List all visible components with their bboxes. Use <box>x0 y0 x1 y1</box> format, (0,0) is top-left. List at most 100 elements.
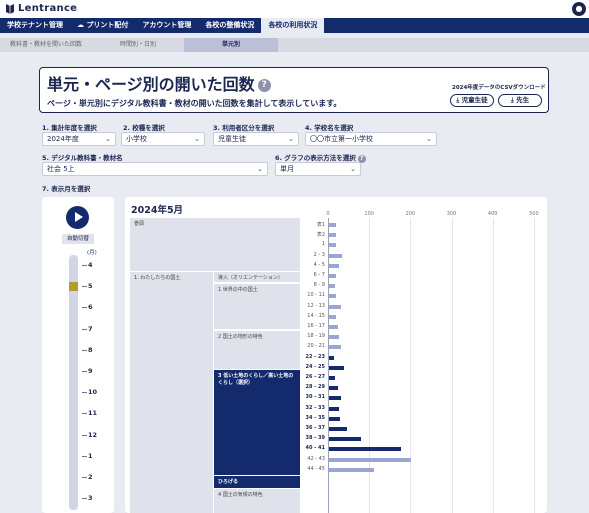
school-type-label: 2. 校種を選択 <box>123 124 165 132</box>
csv-student-button[interactable]: ⤓ 児童生徒 <box>450 94 494 107</box>
user-type-value: 児童生徒 <box>218 135 246 143</box>
play-icon[interactable] <box>66 206 89 229</box>
chart-bar[interactable] <box>329 263 339 268</box>
help-icon[interactable]: ? <box>257 79 271 92</box>
y-tick-label: 表1 <box>316 222 325 228</box>
y-tick-label: 16 - 17 <box>307 323 325 329</box>
chart-bar[interactable] <box>329 406 339 411</box>
month-tick <box>82 371 87 372</box>
y-tick-label: 26 - 27 <box>305 374 325 380</box>
month-tick <box>82 328 87 330</box>
tree-node[interactable]: ひろげる <box>214 476 300 488</box>
y-tick-label: 1 <box>321 241 325 248</box>
chart-bar[interactable] <box>329 253 343 258</box>
user-type-select[interactable]: 児童生徒 ⌄ <box>213 132 299 146</box>
school-type-select[interactable]: 小学校 ⌄ <box>121 132 205 146</box>
nav-account-management[interactable]: アカウント管理 <box>135 18 198 33</box>
download-icon: ⤓ <box>510 96 514 104</box>
tree-node[interactable]: 1. わたしたちの国土 <box>130 272 213 513</box>
chevron-down-icon: ⌄ <box>105 135 111 143</box>
school-name-select[interactable]: 〇〇市立第一小学校 ⌄ <box>305 132 437 146</box>
chart-bar[interactable] <box>329 284 335 289</box>
month-tick <box>82 413 87 415</box>
chart-bar[interactable] <box>329 437 362 442</box>
month-slider-track[interactable] <box>69 255 78 510</box>
chart-bar[interactable] <box>329 355 334 360</box>
year-select[interactable]: 2024年度 ⌄ <box>42 132 116 146</box>
month-label: 7. 表示月を選択 <box>42 185 91 193</box>
tree-node[interactable]: 2 国土の地形の特色 <box>214 331 300 369</box>
csv-teacher-button[interactable]: ⤓ 先生 <box>498 94 542 107</box>
tab-time-day[interactable]: 時間別・日別 <box>92 38 184 52</box>
month-slider-thumb[interactable] <box>69 282 78 292</box>
y-tick-label: 4 - 5 <box>313 261 325 268</box>
month-option[interactable]: 7 <box>88 325 93 333</box>
tab-open-count[interactable]: 教科書・教材を開いた回数 <box>0 38 92 52</box>
y-tick-label: 32 - 33 <box>305 404 325 411</box>
sub-tabs: 教科書・教材を開いた回数 時間別・日別 単元別 <box>0 38 589 52</box>
chart-bar[interactable] <box>329 223 337 227</box>
tree-node[interactable]: 巻頭 <box>130 218 300 271</box>
chart-bar[interactable] <box>329 376 335 380</box>
month-option[interactable]: 8 <box>88 346 93 354</box>
page-description: ページ・単元別にデジタル教科書・教材の開いた回数を集計して表示しています。 <box>47 99 342 108</box>
tree-node[interactable]: 導入（オリエンテーション） <box>214 272 300 282</box>
nav-usage-status[interactable]: 各校の利用状況 <box>261 18 325 33</box>
tree-node[interactable]: 3 低い土地のくらし／高い土地のくらし（選択） <box>214 370 300 475</box>
chevron-down-icon: ⌄ <box>194 135 200 143</box>
download-icon: ⤓ <box>456 96 460 104</box>
month-unit-label: (月) <box>87 250 97 256</box>
x-tick-label: 200 <box>405 211 416 217</box>
month-option[interactable]: 4 <box>88 261 93 269</box>
month-option[interactable]: 1 <box>88 452 93 460</box>
month-option[interactable]: 11 <box>88 409 97 417</box>
month-option[interactable]: 6 <box>88 303 93 311</box>
month-option[interactable]: 9 <box>88 367 93 375</box>
chart-bar[interactable] <box>329 335 339 340</box>
chart-bar[interactable] <box>329 243 337 248</box>
chevron-down-icon: ⌄ <box>350 165 356 173</box>
page-title-text: 単元・ページ別の開いた回数 <box>47 75 255 94</box>
month-tick <box>82 455 87 457</box>
chart-bar[interactable] <box>329 427 348 431</box>
y-tick-label: 12 - 13 <box>307 302 325 309</box>
chart-bar[interactable] <box>329 467 375 472</box>
chart-bar[interactable] <box>329 294 336 299</box>
school-name-value: 〇〇市立第一小学校 <box>310 135 373 143</box>
chart-bar[interactable] <box>329 325 339 329</box>
chart-bar[interactable] <box>329 416 340 421</box>
app-logo[interactable]: Lentrance <box>5 3 77 14</box>
tab-by-unit[interactable]: 単元別 <box>184 38 278 52</box>
user-circle-icon[interactable]: ● <box>572 2 586 16</box>
gridline <box>533 218 535 513</box>
nav-maintenance-status[interactable]: 各校の整備状況 <box>198 18 261 33</box>
month-option[interactable]: 2 <box>88 473 93 481</box>
nav-print-label: プリント配付 <box>86 21 129 29</box>
chart-bar[interactable] <box>329 274 336 278</box>
chart-bar[interactable] <box>329 386 339 391</box>
school-name-label: 4. 学校名を選択 <box>305 124 354 132</box>
chart-bar[interactable] <box>329 365 344 370</box>
chart-bar[interactable] <box>329 345 342 350</box>
chevron-down-icon: ⌄ <box>288 135 294 143</box>
tree-node[interactable]: 4 国土の気候の特色 <box>214 489 300 513</box>
chart-bar[interactable] <box>329 457 412 462</box>
month-option[interactable]: 10 <box>88 388 97 396</box>
x-tick-label: 500 <box>529 211 539 217</box>
chart-bar[interactable] <box>329 314 337 319</box>
chart-bar[interactable] <box>329 233 337 238</box>
nav-tenant-management[interactable]: 学校テナント管理 <box>0 18 70 33</box>
chart-bar[interactable] <box>329 304 341 309</box>
cloud-icon: ☁ <box>77 21 84 29</box>
chart-bar[interactable] <box>329 447 402 452</box>
textbook-select[interactable]: 社会 5上 ⌄ <box>42 162 268 176</box>
month-option[interactable]: 12 <box>88 431 97 439</box>
chart-bar[interactable] <box>329 396 341 401</box>
month-option[interactable]: 5 <box>88 282 93 290</box>
tree-node[interactable]: 1 世界の中の国土 <box>214 284 300 329</box>
display-method-select[interactable]: 単月 ⌄ <box>275 162 361 176</box>
nav-print-distribution[interactable]: ☁ プリント配付 <box>70 18 135 33</box>
x-tick-label: 300 <box>446 211 457 217</box>
school-type-value: 小学校 <box>126 135 147 143</box>
month-option[interactable]: 3 <box>88 494 93 502</box>
